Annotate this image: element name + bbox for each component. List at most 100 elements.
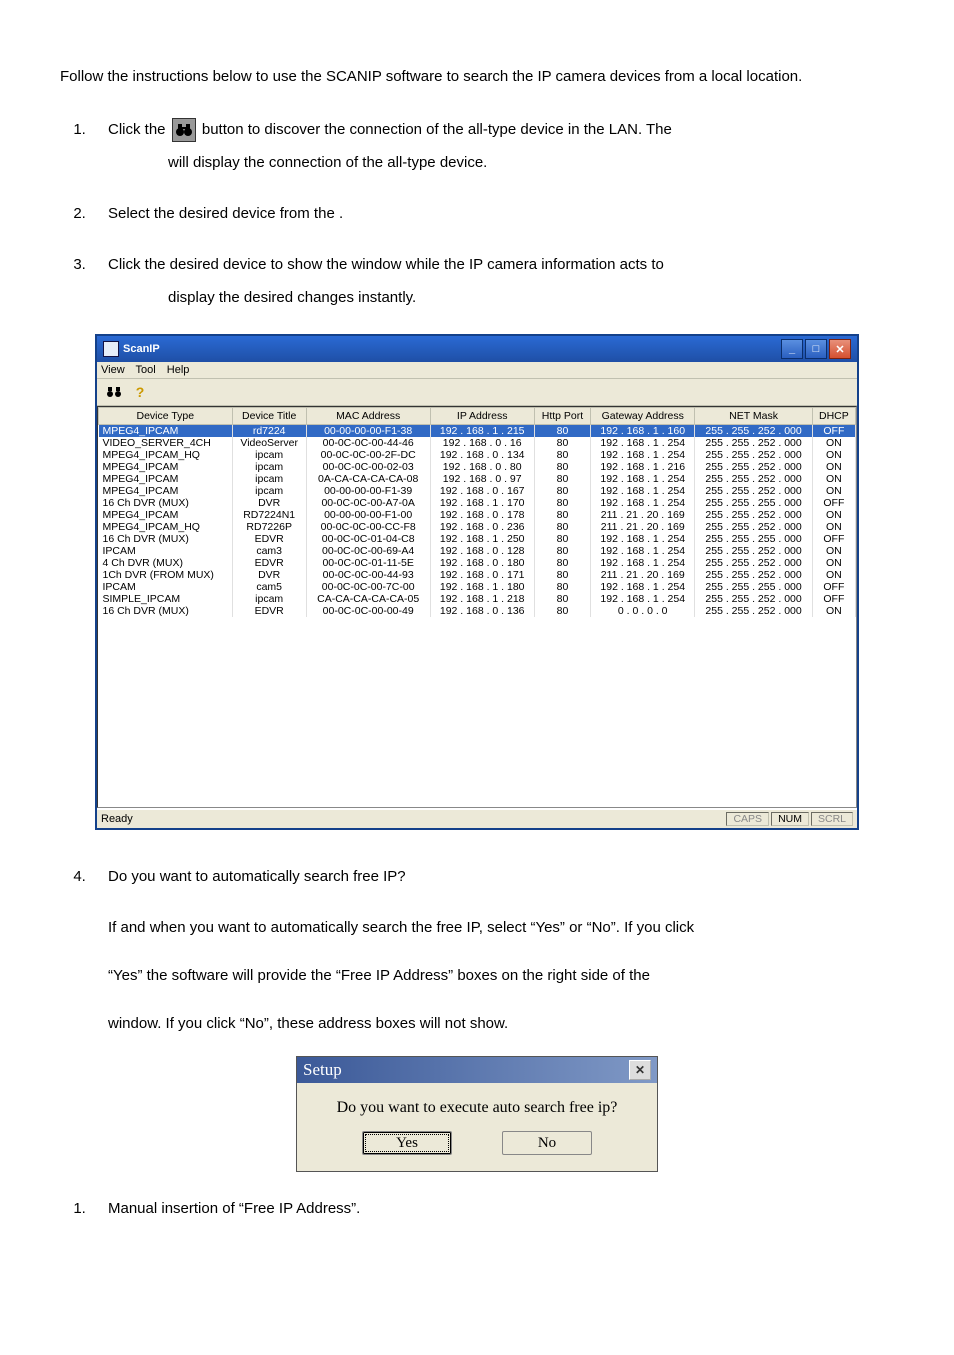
scan-button[interactable] <box>103 382 125 402</box>
yes-button[interactable]: Yes <box>362 1131 452 1155</box>
cell-mac: 00-0C-0C-00-CC-F8 <box>306 521 430 533</box>
table-row[interactable]: MPEG4_IPCAMRD7224N100-00-00-00-F1-00192 … <box>99 509 856 521</box>
table-row[interactable]: MPEG4_IPCAMipcam00-0C-0C-00-02-03192 . 1… <box>99 461 856 473</box>
table-row[interactable]: 1Ch DVR (FROM MUX)DVR00-0C-0C-00-44-9319… <box>99 569 856 581</box>
cell-gw: 192 . 168 . 1 . 254 <box>591 437 695 449</box>
table-row[interactable]: MPEG4_IPCAMipcam00-00-00-00-F1-39192 . 1… <box>99 485 856 497</box>
step-4-p2: “Yes” the software will provide the “Fre… <box>108 959 894 992</box>
cell-port: 80 <box>534 461 590 473</box>
cell-mac: 0A-CA-CA-CA-CA-08 <box>306 473 430 485</box>
col-port[interactable]: Http Port <box>534 408 590 425</box>
table-row[interactable]: MPEG4_IPCAM_HQipcam00-0C-0C-00-2F-DC192 … <box>99 449 856 461</box>
col-netmask[interactable]: NET Mask <box>695 408 812 425</box>
cell-type: 16 Ch DVR (MUX) <box>99 605 233 617</box>
cell-type: 1Ch DVR (FROM MUX) <box>99 569 233 581</box>
cell-gw: 211 . 21 . 20 . 169 <box>591 569 695 581</box>
cell-ip: 192 . 168 . 0 . 97 <box>430 473 534 485</box>
cell-type: IPCAM <box>99 581 233 593</box>
cell-type: MPEG4_IPCAM <box>99 509 233 521</box>
cell-gw: 192 . 168 . 1 . 254 <box>591 545 695 557</box>
cell-type: 16 Ch DVR (MUX) <box>99 533 233 545</box>
step-4-heading: Do you want to automatically search free… <box>108 868 406 885</box>
cell-port: 80 <box>534 473 590 485</box>
cell-ip: 192 . 168 . 1 . 170 <box>430 497 534 509</box>
cell-dhcp: ON <box>812 509 855 521</box>
menu-help[interactable]: Help <box>167 364 190 376</box>
cell-ip: 192 . 168 . 0 . 171 <box>430 569 534 581</box>
close-button[interactable]: ✕ <box>829 339 851 359</box>
cell-mask: 255 . 255 . 252 . 000 <box>695 605 812 617</box>
col-dhcp[interactable]: DHCP <box>812 408 855 425</box>
cell-type: MPEG4_IPCAM <box>99 461 233 473</box>
cell-dhcp: ON <box>812 461 855 473</box>
cell-mask: 255 . 255 . 252 . 000 <box>695 521 812 533</box>
cell-mask: 255 . 255 . 252 . 000 <box>695 473 812 485</box>
table-row[interactable]: 16 Ch DVR (MUX)DVR00-0C-0C-00-A7-0A192 .… <box>99 497 856 509</box>
cell-gw: 0 . 0 . 0 . 0 <box>591 605 695 617</box>
cell-type: 4 Ch DVR (MUX) <box>99 557 233 569</box>
no-button[interactable]: No <box>502 1131 592 1155</box>
table-row[interactable]: MPEG4_IPCAMrd722400-00-00-00-F1-38192 . … <box>99 425 856 438</box>
cell-dhcp: OFF <box>812 593 855 605</box>
cell-mask: 255 . 255 . 252 . 000 <box>695 545 812 557</box>
cell-title: rd7224 <box>232 425 306 438</box>
cell-mask: 255 . 255 . 255 . 000 <box>695 581 812 593</box>
cell-port: 80 <box>534 437 590 449</box>
step-4-p1: If and when you want to automatically se… <box>108 911 894 944</box>
col-ip[interactable]: IP Address <box>430 408 534 425</box>
cell-mac: 00-0C-0C-00-02-03 <box>306 461 430 473</box>
table-row[interactable]: 16 Ch DVR (MUX)EDVR00-0C-0C-00-00-49192 … <box>99 605 856 617</box>
cell-ip: 192 . 168 . 1 . 215 <box>430 425 534 438</box>
table-row[interactable]: SIMPLE_IPCAMipcamCA-CA-CA-CA-CA-05192 . … <box>99 593 856 605</box>
table-row[interactable]: 4 Ch DVR (MUX)EDVR00-0C-0C-01-11-5E192 .… <box>99 557 856 569</box>
minimize-button[interactable]: _ <box>781 339 803 359</box>
table-row[interactable]: 16 Ch DVR (MUX)EDVR00-0C-0C-01-04-C8192 … <box>99 533 856 545</box>
table-row[interactable]: MPEG4_IPCAM_HQRD7226P00-0C-0C-00-CC-F819… <box>99 521 856 533</box>
cell-title: DVR <box>232 497 306 509</box>
cell-type: IPCAM <box>99 545 233 557</box>
cell-dhcp: OFF <box>812 497 855 509</box>
col-gateway[interactable]: Gateway Address <box>591 408 695 425</box>
cell-port: 80 <box>534 521 590 533</box>
titlebar: ScanIP _ □ ✕ <box>97 336 857 362</box>
cell-type: MPEG4_IPCAM <box>99 485 233 497</box>
table-row[interactable]: IPCAMcam500-0C-0C-00-7C-00192 . 168 . 1 … <box>99 581 856 593</box>
menu-tool[interactable]: Tool <box>136 364 156 376</box>
cell-ip: 192 . 168 . 0 . 128 <box>430 545 534 557</box>
help-button[interactable]: ? <box>129 382 151 402</box>
cell-type: MPEG4_IPCAM <box>99 473 233 485</box>
cell-mac: 00-00-00-00-F1-39 <box>306 485 430 497</box>
cell-mac: 00-0C-0C-00-00-49 <box>306 605 430 617</box>
cell-dhcp: ON <box>812 569 855 581</box>
dialog-close-button[interactable]: ✕ <box>629 1060 651 1080</box>
cell-ip: 192 . 168 . 0 . 180 <box>430 557 534 569</box>
cell-title: RD7226P <box>232 521 306 533</box>
cell-gw: 192 . 168 . 1 . 254 <box>591 497 695 509</box>
cell-ip: 192 . 168 . 1 . 218 <box>430 593 534 605</box>
cell-mac: 00-00-00-00-F1-38 <box>306 425 430 438</box>
cell-title: RD7224N1 <box>232 509 306 521</box>
menubar: View Tool Help <box>97 362 857 379</box>
status-ready: Ready <box>101 813 133 825</box>
menu-view[interactable]: View <box>101 364 125 376</box>
table-row[interactable]: VIDEO_SERVER_4CHVideoServer00-0C-0C-00-4… <box>99 437 856 449</box>
scanip-window: ScanIP _ □ ✕ View Tool Help ? Device Typ… <box>95 334 859 830</box>
cell-ip: 192 . 168 . 0 . 16 <box>430 437 534 449</box>
col-type[interactable]: Device Type <box>99 408 233 425</box>
table-row[interactable]: IPCAMcam300-0C-0C-00-69-A4192 . 168 . 0 … <box>99 545 856 557</box>
cell-gw: 192 . 168 . 1 . 160 <box>591 425 695 438</box>
step-4-p3: window. If you click “No”, these address… <box>108 1007 894 1040</box>
cell-title: ipcam <box>232 473 306 485</box>
col-mac[interactable]: MAC Address <box>306 408 430 425</box>
cell-port: 80 <box>534 605 590 617</box>
cell-dhcp: ON <box>812 521 855 533</box>
maximize-button[interactable]: □ <box>805 339 827 359</box>
device-table[interactable]: Device Type Device Title MAC Address IP … <box>98 407 856 617</box>
cell-port: 80 <box>534 545 590 557</box>
table-row[interactable]: MPEG4_IPCAMipcam0A-CA-CA-CA-CA-08192 . 1… <box>99 473 856 485</box>
status-num: NUM <box>771 812 809 826</box>
col-title[interactable]: Device Title <box>232 408 306 425</box>
intro-text: Follow the instructions below to use the… <box>60 60 894 93</box>
cell-mac: 00-00-00-00-F1-00 <box>306 509 430 521</box>
cell-type: VIDEO_SERVER_4CH <box>99 437 233 449</box>
